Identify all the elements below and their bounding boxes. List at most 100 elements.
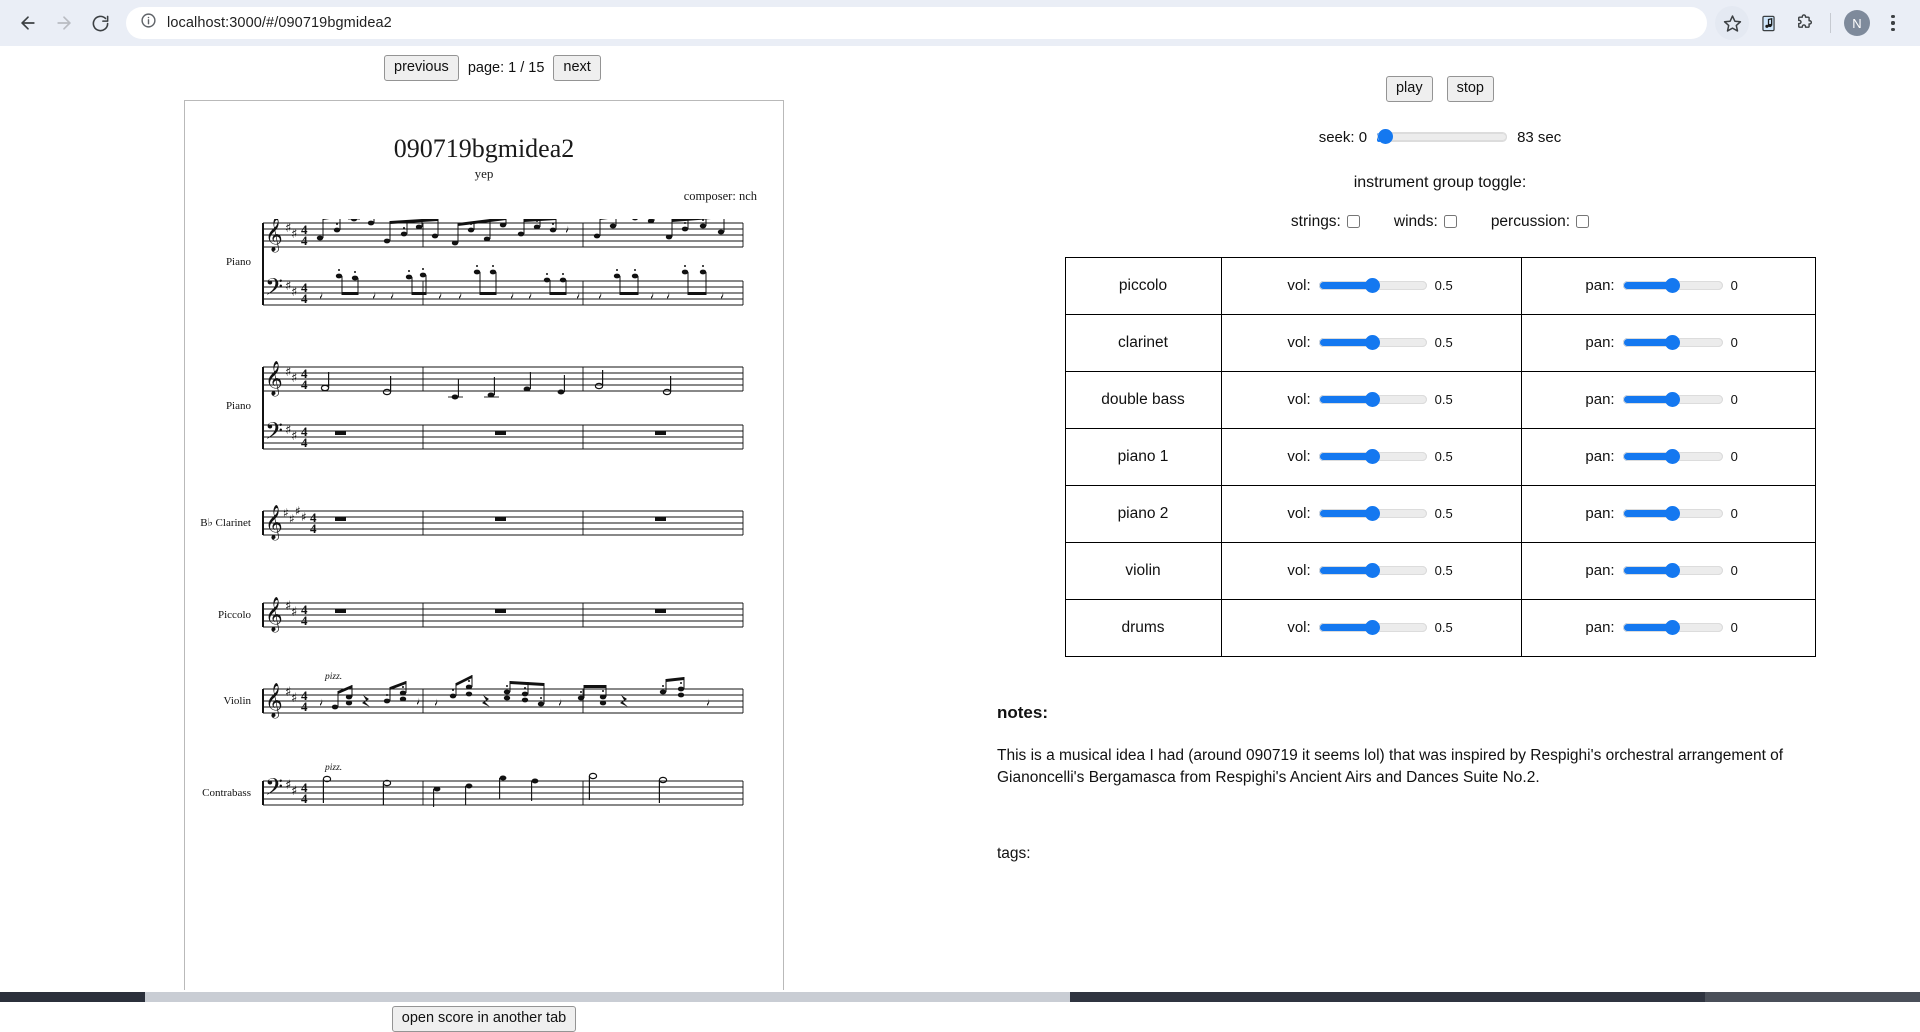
strings-checkbox[interactable] xyxy=(1346,215,1360,229)
svg-text:4: 4 xyxy=(301,791,308,806)
toolbar-divider xyxy=(1830,13,1831,33)
svg-text:4: 4 xyxy=(301,699,308,714)
bookmark-button[interactable] xyxy=(1715,6,1749,40)
scrollbar-thumb[interactable] xyxy=(145,992,1070,1002)
back-button[interactable] xyxy=(10,5,46,41)
svg-text:𝄞: 𝄞 xyxy=(265,683,283,719)
notes-section: notes: This is a musical idea I had (aro… xyxy=(960,703,1920,863)
svg-text:4: 4 xyxy=(310,521,317,536)
mixer-row: piano 2 vol: 0.5 pan: 0 xyxy=(1064,484,1816,543)
score-subtitle: yep xyxy=(474,166,494,181)
tags-heading: tags: xyxy=(997,844,1031,862)
svg-text:♯: ♯ xyxy=(291,429,297,444)
reload-button[interactable] xyxy=(82,5,118,41)
next-page-button[interactable]: next xyxy=(553,55,601,81)
pan-label: pan: xyxy=(1585,334,1615,352)
page-content: previous page: 1 / 15 next 090719bgmidea… xyxy=(0,46,1920,1032)
vol-slider[interactable] xyxy=(1318,506,1427,521)
site-info-icon[interactable] xyxy=(140,12,157,34)
svg-text:♯: ♯ xyxy=(289,512,295,526)
vol-slider[interactable] xyxy=(1318,392,1427,407)
puzzle-piece-icon xyxy=(1798,14,1812,28)
profile-button[interactable]: N xyxy=(1840,6,1874,40)
pan-control: pan: 0 xyxy=(1528,562,1809,579)
vol-slider-wrap xyxy=(1318,278,1427,293)
vol-slider[interactable] xyxy=(1318,620,1427,635)
vol-slider-wrap xyxy=(1318,506,1427,521)
group-toggle-title: instrument group toggle: xyxy=(1353,173,1527,191)
group-toggle-winds[interactable]: winds: xyxy=(1394,213,1457,231)
instrument-name: piano 2 xyxy=(1064,484,1222,543)
browser-menu-button[interactable] xyxy=(1876,6,1910,40)
pan-value: 0 xyxy=(1730,563,1738,579)
vol-slider[interactable] xyxy=(1318,278,1427,293)
vol-slider[interactable] xyxy=(1318,449,1427,464)
svg-text:4: 4 xyxy=(301,613,308,628)
pan-slider[interactable] xyxy=(1622,278,1723,293)
vol-control: vol: 0.5 xyxy=(1228,619,1515,636)
address-bar[interactable]: localhost:3000/#/090719bgmidea2 xyxy=(126,7,1707,39)
notes-heading: notes: xyxy=(997,702,1048,722)
transport-controls: play stop xyxy=(960,76,1920,102)
svg-text:♯: ♯ xyxy=(291,605,297,620)
pan-control: pan: 0 xyxy=(1528,448,1809,465)
pan-slider[interactable] xyxy=(1622,506,1723,521)
instrument-name: piccolo xyxy=(1064,256,1222,315)
pan-slider-wrap xyxy=(1622,563,1723,578)
volume-cell: vol: 0.5 xyxy=(1220,484,1522,543)
volume-cell: vol: 0.5 xyxy=(1220,370,1522,429)
forward-button[interactable] xyxy=(46,5,82,41)
pan-slider-wrap xyxy=(1622,392,1723,407)
music-extension-button[interactable] xyxy=(1751,6,1785,40)
stop-button[interactable]: stop xyxy=(1446,76,1495,102)
player-panel: play stop seek: 0 83 sec instrument grou… xyxy=(960,46,1920,990)
svg-text:4: 4 xyxy=(301,377,308,392)
vol-label: vol: xyxy=(1287,277,1311,295)
play-button[interactable]: play xyxy=(1385,76,1433,102)
pan-slider[interactable] xyxy=(1622,563,1723,578)
group-toggle-row: strings: winds: percussion: xyxy=(960,213,1920,231)
vol-value: 0.5 xyxy=(1434,278,1453,294)
vol-slider[interactable] xyxy=(1318,335,1427,350)
reload-icon xyxy=(92,15,108,31)
vol-control: vol: 0.5 xyxy=(1228,334,1515,351)
mixer-row: drums vol: 0.5 pan: 0 xyxy=(1064,598,1816,657)
vol-control: vol: 0.5 xyxy=(1228,562,1515,579)
forward-arrow-icon xyxy=(57,16,71,30)
duration-label: 83 sec xyxy=(1517,128,1562,146)
pan-label: pan: xyxy=(1585,277,1615,295)
svg-text:𝄢: 𝄢 xyxy=(265,417,283,450)
mixer-row: piccolo vol: 0.5 pan: 0 xyxy=(1064,256,1816,315)
group-toggle-percussion[interactable]: percussion: xyxy=(1491,213,1590,231)
score-sheet: 090719bgmidea2 yep composer: nch Piano 𝄞… xyxy=(184,100,784,995)
pan-cell: pan: 0 xyxy=(1520,427,1816,486)
instrument-name: double bass xyxy=(1064,370,1222,429)
pan-value: 0 xyxy=(1730,620,1738,636)
open-score-button[interactable]: open score in another tab xyxy=(391,1006,577,1032)
pan-value: 0 xyxy=(1730,392,1738,408)
score-viewer[interactable]: 090719bgmidea2 yep composer: nch Piano 𝄞… xyxy=(184,100,784,995)
svg-text:𝄞: 𝄞 xyxy=(265,219,283,253)
horizontal-scrollbar[interactable] xyxy=(0,990,1920,1002)
seek-slider[interactable] xyxy=(1377,129,1508,144)
previous-page-button[interactable]: previous xyxy=(384,55,459,81)
vol-slider-wrap xyxy=(1318,392,1427,407)
pan-slider[interactable] xyxy=(1622,449,1723,464)
vol-slider[interactable] xyxy=(1318,563,1427,578)
vol-control: vol: 0.5 xyxy=(1228,277,1515,294)
instrument-name: violin xyxy=(1064,541,1222,600)
pan-slider[interactable] xyxy=(1622,335,1723,350)
svg-text:𝄞: 𝄞 xyxy=(265,597,283,633)
percussion-checkbox[interactable] xyxy=(1576,215,1590,229)
pan-value: 0 xyxy=(1730,449,1738,465)
group-toggle-strings[interactable]: strings: xyxy=(1291,213,1360,231)
pan-slider[interactable] xyxy=(1622,620,1723,635)
winds-checkbox[interactable] xyxy=(1443,215,1457,229)
open-score-area: open score in another tab xyxy=(184,1006,784,1032)
pan-label: pan: xyxy=(1585,448,1615,466)
pan-cell: pan: 0 xyxy=(1520,313,1816,372)
extensions-button[interactable] xyxy=(1787,6,1821,40)
pan-slider[interactable] xyxy=(1622,392,1723,407)
vol-slider-wrap xyxy=(1318,335,1427,350)
pan-control: pan: 0 xyxy=(1528,277,1809,294)
